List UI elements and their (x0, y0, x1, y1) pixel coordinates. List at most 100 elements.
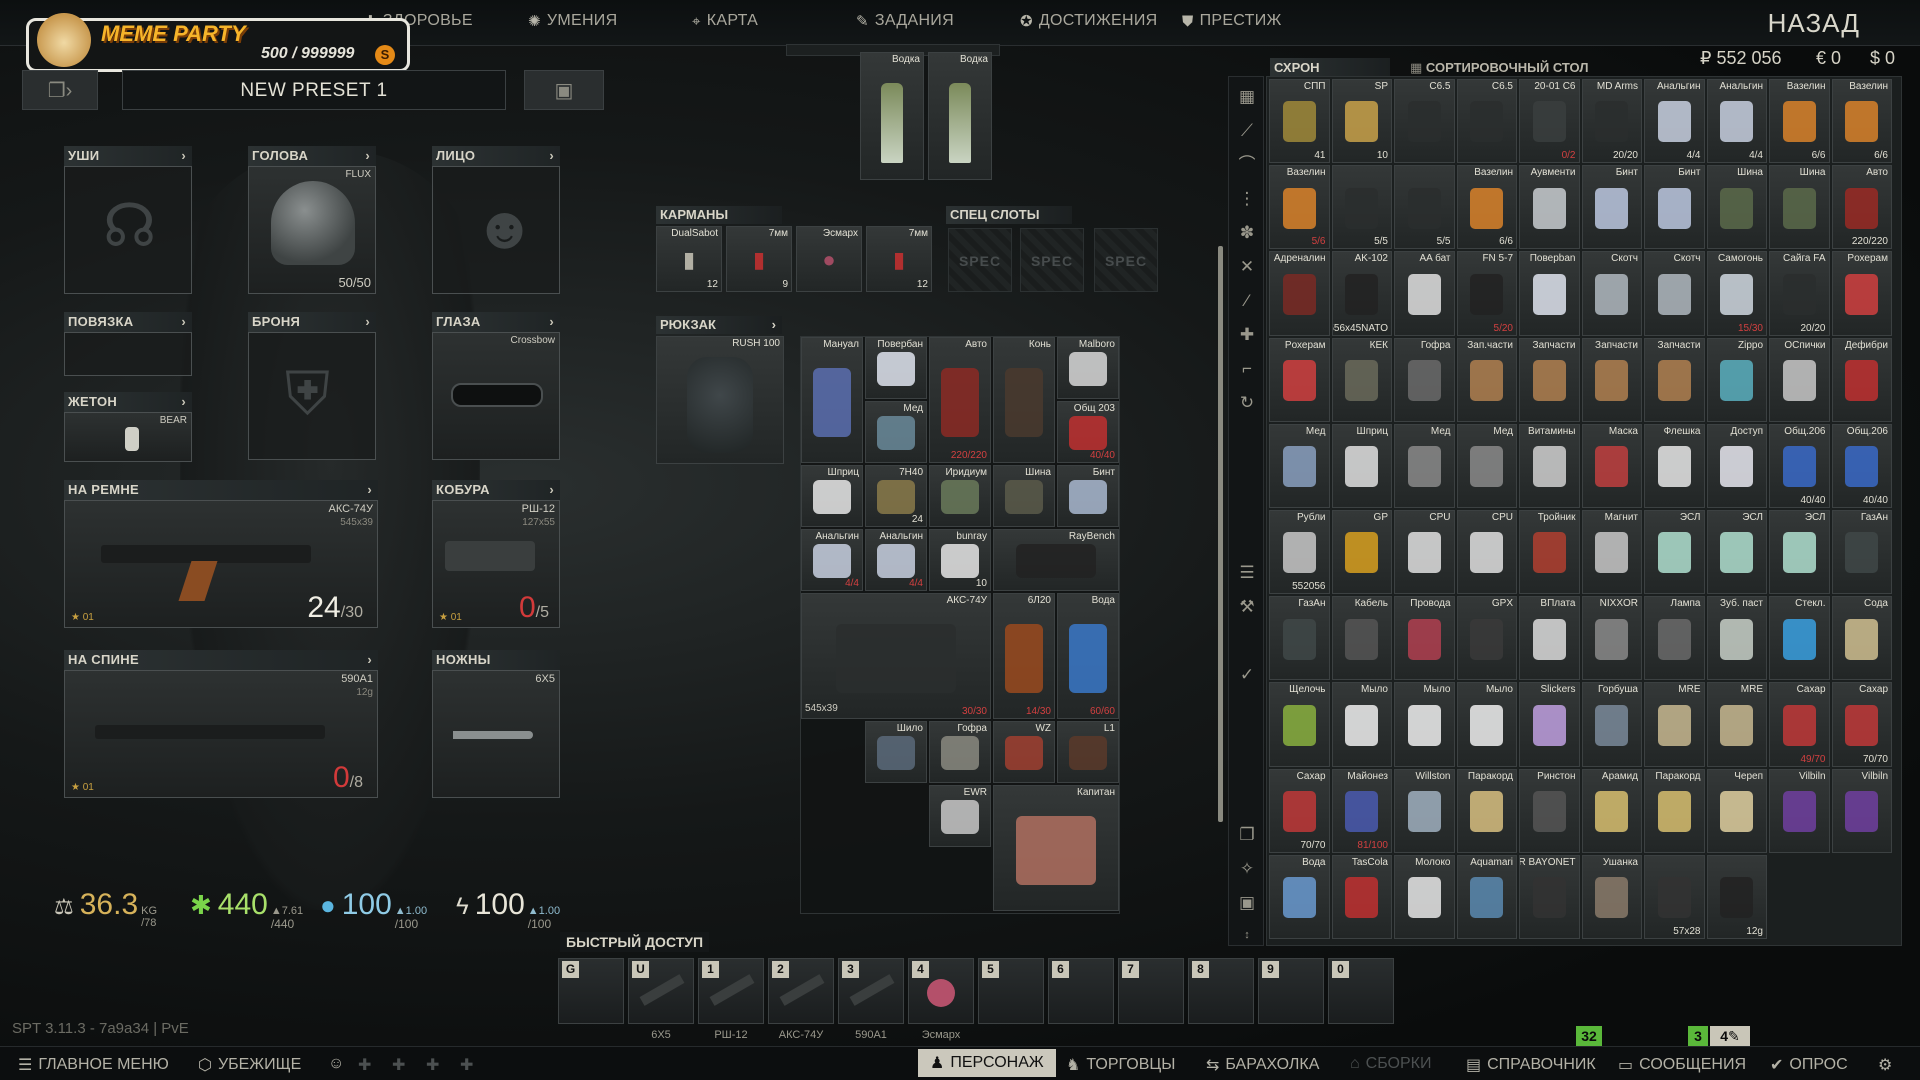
stash-item[interactable]: ВПлата (1519, 596, 1580, 681)
head-slot[interactable]: FLUX 50/50 (248, 166, 376, 294)
stash-item[interactable]: Мыло (1394, 682, 1455, 767)
stash-item[interactable]: Pохерам (1269, 337, 1330, 422)
stash-item[interactable]: Шина (1769, 165, 1830, 250)
stash-item[interactable]: Арамид (1581, 768, 1642, 853)
stash-item[interactable]: Скотч (1644, 251, 1705, 336)
stash-item[interactable]: Поверban (1519, 251, 1580, 336)
eyes-slot[interactable]: Crossbow (432, 332, 560, 460)
stash-item[interactable]: Мед (1394, 423, 1455, 508)
stash-item[interactable]: 5/5 (1331, 165, 1392, 250)
item-vodka[interactable]: Водка (928, 52, 992, 180)
backpack-item[interactable]: Шило (865, 721, 927, 783)
stash-item[interactable]: GPX (1456, 596, 1517, 681)
backpack-item[interactable]: WZ (993, 721, 1055, 783)
stash-item[interactable]: Мыло (1331, 682, 1392, 767)
add-slot-icon[interactable]: ✚ (392, 1055, 405, 1075)
stash-item[interactable]: Шприц (1331, 423, 1392, 508)
stash-item[interactable]: 5/5 (1394, 165, 1455, 250)
belt-weapon-slot[interactable]: АКС-74У 545x39 24/30 ★ 01 (64, 500, 378, 628)
stash-item[interactable]: Pохерам (1831, 251, 1892, 336)
stash-item[interactable]: Вазелин 6/6 (1831, 79, 1892, 164)
pin-icon[interactable]: ✧ (1235, 857, 1259, 881)
stash-item[interactable]: Лампа (1644, 596, 1705, 681)
medical-filter-icon[interactable]: ✚ (1235, 323, 1259, 347)
stash-item[interactable]: Vilbiln (1831, 768, 1892, 853)
armor-slot[interactable]: ⛨ (248, 332, 376, 460)
stash-item[interactable]: Мыло (1456, 682, 1517, 767)
stash-item[interactable]: Зуб. паст (1706, 596, 1767, 681)
backpack-item[interactable]: Шина (993, 465, 1055, 527)
backpack-item[interactable]: Мануал (801, 337, 863, 463)
armband-slot-header[interactable]: ПОВЯЗКА › (64, 312, 192, 332)
stash-item[interactable]: С6.5 (1456, 79, 1517, 164)
stash-item[interactable]: Доступ (1706, 423, 1767, 508)
backpack-item[interactable]: Капитан (993, 785, 1119, 911)
stash-item[interactable]: Молоко (1394, 854, 1455, 939)
preset-name-field[interactable]: NEW PRESET 1 (122, 70, 506, 110)
quick-slot-7[interactable]: 7 (1118, 958, 1184, 1024)
knife-slot-header[interactable]: НОЖНЫ (432, 650, 560, 670)
quick-slot-4[interactable]: 4 Эсмарх (908, 958, 974, 1041)
stash-item[interactable]: ER BAYONET (1519, 854, 1580, 939)
back-slot-header[interactable]: НА СПИНЕ › (64, 650, 378, 670)
traders-button[interactable]: ♞ ТОРГОВЦЫ (1066, 1055, 1175, 1075)
backpack-item[interactable]: Иридиум (929, 465, 991, 527)
special-slot[interactable]: SPEC (1020, 228, 1084, 292)
lock-icon[interactable]: ▣ (1235, 891, 1259, 915)
armband-slot[interactable] (64, 332, 192, 376)
stash-item[interactable]: MRE (1644, 682, 1705, 767)
stash-item[interactable]: CPU (1456, 510, 1517, 595)
stash-item[interactable]: Zippo (1706, 337, 1767, 422)
back-button[interactable]: НАЗАД (1768, 8, 1860, 39)
stash-item[interactable]: 57x28 (1644, 854, 1705, 939)
settings-gear-icon[interactable]: ⚙ (1878, 1055, 1892, 1075)
stash-item[interactable]: Vilbiln (1769, 768, 1830, 853)
quick-slot-3[interactable]: 3 590A1 (838, 958, 904, 1041)
wrench-filter-icon[interactable]: ⚒ (1235, 595, 1259, 619)
stash-item[interactable]: Скотч (1581, 251, 1642, 336)
face-slot-header[interactable]: ЛИЦО › (432, 146, 560, 166)
notes-filter-icon[interactable]: ☰ (1235, 561, 1259, 585)
check-filter-icon[interactable]: ✓ (1235, 663, 1259, 687)
stash-item[interactable]: Паракорд (1644, 768, 1705, 853)
stash-item[interactable]: Slickers (1519, 682, 1580, 767)
stash-item[interactable]: Запчасти (1644, 337, 1705, 422)
stash-item[interactable]: Сахар 49/70 (1769, 682, 1830, 767)
stash-item[interactable]: Запчасти (1581, 337, 1642, 422)
quick-slot-2[interactable]: 2 АКС-74У (768, 958, 834, 1041)
add-slot-icon[interactable]: ✚ (358, 1055, 371, 1075)
add-slot-icon[interactable]: ✚ (426, 1055, 439, 1075)
stash-item[interactable]: MD Arms 20/20 (1581, 79, 1642, 164)
quick-slot-0[interactable]: 0 (1328, 958, 1394, 1024)
stash-item[interactable]: Магнит (1581, 510, 1642, 595)
stash-item[interactable]: Сода (1831, 596, 1892, 681)
backpack-item[interactable]: RayBench (993, 529, 1119, 591)
stash-item[interactable]: Шина (1706, 165, 1767, 250)
stash-item[interactable]: Мед (1456, 423, 1517, 508)
backpack-item[interactable]: Гофра (929, 721, 991, 783)
backpack-item[interactable]: bunray 10 (929, 529, 991, 591)
backpack-item[interactable]: Повербан (865, 337, 927, 399)
barter-filter-icon[interactable]: ✽ (1235, 221, 1259, 245)
tools-filter-icon[interactable]: ✕ (1235, 255, 1259, 279)
nav-prestige[interactable]: ⛊ ПРЕСТИЖ (1182, 12, 1282, 30)
stash-item[interactable]: Рубли 552056 (1269, 510, 1330, 595)
nav-map[interactable]: ⌖ КАРТА (692, 12, 758, 30)
stash-item[interactable]: MRE (1706, 682, 1767, 767)
stash-item[interactable]: Авто 220/220 (1831, 165, 1892, 250)
stash-item[interactable]: Бинт (1581, 165, 1642, 250)
stash-item[interactable]: Адреналин (1269, 251, 1330, 336)
stash-item[interactable]: Aquamari (1456, 854, 1517, 939)
stash-item[interactable]: ГазАн (1831, 510, 1892, 595)
stash-item[interactable]: Вазелин 6/6 (1456, 165, 1517, 250)
stash-item[interactable]: Провода (1394, 596, 1455, 681)
main-menu-button[interactable]: ☰ ГЛАВНОЕ МЕНЮ (18, 1055, 169, 1075)
stash-item[interactable]: С6.5 (1394, 79, 1455, 164)
stash-item[interactable]: Общ.206 40/40 (1769, 423, 1830, 508)
handbook-button[interactable]: ▤ СПРАВОЧНИК (1466, 1055, 1596, 1075)
stash-item[interactable]: AA бат (1394, 251, 1455, 336)
stash-item[interactable]: Анальгин 4/4 (1644, 79, 1705, 164)
dogtag-slot-header[interactable]: ЖЕТОН › (64, 392, 192, 412)
pocket-item[interactable]: 7мм ▮ 12 (866, 226, 932, 292)
stash-item[interactable]: Анальгин 4/4 (1706, 79, 1767, 164)
